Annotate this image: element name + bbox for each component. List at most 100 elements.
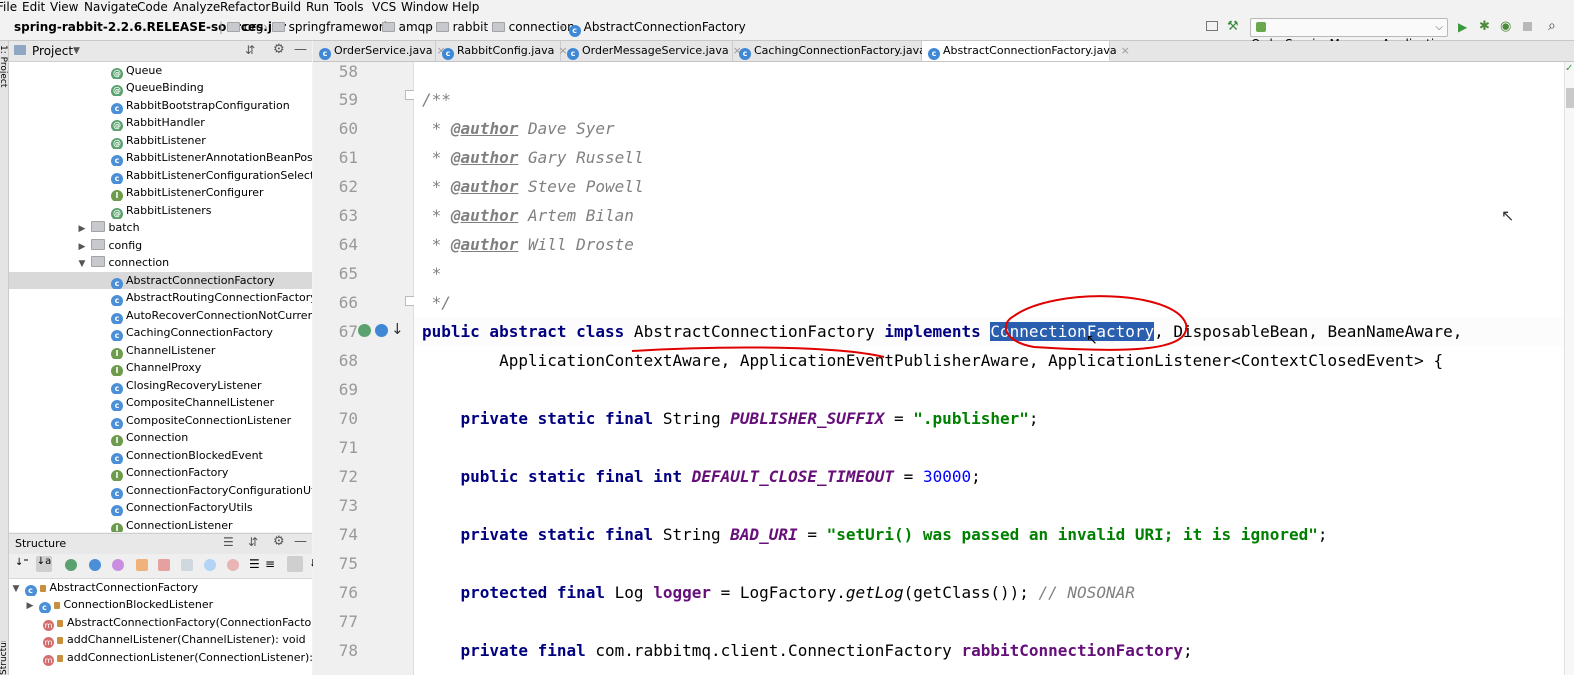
tree-item[interactable]: @ Queue [9, 62, 312, 79]
autoscroll-to-source-icon[interactable] [287, 556, 303, 572]
sort-visibility-icon[interactable]: ↓⁼ [15, 557, 29, 569]
tree-item[interactable]: c RabbitBootstrapConfiguration [9, 97, 312, 114]
chevron-down-icon[interactable]: ▼ [11, 581, 21, 596]
gear-icon[interactable]: ⚙ [273, 42, 285, 57]
coverage-icon[interactable]: ◉ [1500, 19, 1511, 34]
structure-item-class[interactable]: ▼ c AbstractConnectionFactory [9, 579, 312, 596]
structure-item[interactable]: m addChannelListener(ChannelListener): vo… [9, 631, 312, 648]
chevron-down-icon[interactable]: ▼ [73, 46, 80, 56]
menu-refactor[interactable]: Refactor [220, 0, 270, 15]
show-fields-icon[interactable] [89, 559, 101, 571]
tree-item[interactable]: @ QueueBinding [9, 79, 312, 96]
menu-edit[interactable]: Edit [22, 0, 45, 15]
tree-item[interactable]: c RabbitListenerConfigurationSelector [9, 167, 312, 184]
menu-run[interactable]: Run [306, 0, 329, 15]
implements-gutter-icon[interactable] [358, 324, 371, 337]
breadcrumb-amqp[interactable]: › amqp [373, 20, 433, 35]
code-editor[interactable]: /** * @author Dave Syer * @author Gary R… [414, 62, 1564, 675]
minimize-icon[interactable]: — [294, 534, 307, 549]
tree-item[interactable]: I RabbitListenerConfigurer [9, 184, 312, 201]
chevron-down-icon[interactable]: ▼ [77, 256, 87, 271]
search-icon[interactable]: ⌕ [1548, 18, 1556, 34]
class-icon: c [111, 505, 123, 516]
menu-tools[interactable]: Tools [334, 0, 364, 15]
expand-all-icon[interactable]: ☰ [223, 535, 234, 549]
chevron-right-icon[interactable]: ▶ [77, 239, 87, 254]
run-icon[interactable]: ▶ [1458, 20, 1467, 34]
tree-item[interactable]: c ClosingRecoveryListener [9, 377, 312, 394]
layout-icon[interactable] [1206, 21, 1218, 31]
breadcrumb-springframework[interactable]: › springframework [263, 20, 391, 35]
tree-item[interactable]: I ConnectionFactory [9, 464, 312, 481]
menu-analyze[interactable]: Analyze [173, 0, 220, 15]
anonymous-classes-icon[interactable] [204, 559, 216, 571]
expand-icon[interactable]: ☰ [249, 557, 261, 571]
tree-item[interactable]: c AbstractRoutingConnectionFactory [9, 289, 312, 306]
build-hammer-icon[interactable]: ⚒ [1227, 19, 1239, 34]
tree-item[interactable]: c CompositeChannelListener [9, 394, 312, 411]
show-inherited-icon[interactable] [65, 559, 77, 571]
structure-item[interactable]: m addConnectionListener(ConnectionListene… [9, 649, 312, 666]
structure-item[interactable]: ▶ c ConnectionBlockedListener [9, 596, 312, 613]
menu-vcs[interactable]: VCS [372, 0, 396, 15]
tree-item[interactable]: c CachingConnectionFactory [9, 324, 312, 341]
stop-icon[interactable] [1523, 22, 1532, 31]
tree-item[interactable]: cRabbitListenerAnnotationBeanPostProc [9, 149, 312, 166]
line-number: 76 [338, 583, 358, 602]
tree-item[interactable]: I ChannelListener [9, 342, 312, 359]
show-lambdas-icon[interactable] [158, 559, 170, 571]
tab-ordermessageservice[interactable]: c OrderMessageService.java × [561, 41, 742, 61]
collapse-icon[interactable]: ≡ [265, 557, 277, 571]
run-configuration-select[interactable]: OrderServiceManagerApplication ⌵ [1250, 18, 1449, 51]
overridden-arrow-icon[interactable]: ↓ [391, 320, 404, 338]
menu-build[interactable]: Build [271, 0, 301, 15]
tree-item[interactable]: I Connection [9, 429, 312, 446]
tab-cachingconnectionfactory[interactable]: cCachingConnectionFactory.java× [733, 41, 939, 61]
project-title[interactable]: Project [32, 44, 73, 58]
tree-item[interactable]: c ConnectionFactoryConfigurationUtils [9, 482, 312, 499]
menu-code[interactable]: Code [137, 0, 168, 15]
tree-item[interactable]: c ConnectionFactoryUtils [9, 499, 312, 516]
debug-icon[interactable]: ✱ [1479, 19, 1490, 34]
tree-item[interactable]: c ConnectionBlockedEvent [9, 447, 312, 464]
tree-item[interactable]: @ RabbitListeners [9, 202, 312, 219]
menu-view[interactable]: View [50, 0, 78, 15]
menu-navigate[interactable]: Navigate [84, 0, 138, 15]
chevron-right-icon[interactable]: ▶ [77, 221, 87, 236]
spring-bean-gutter-icon[interactable] [375, 324, 388, 337]
tab-rabbitconfig[interactable]: c RabbitConfig.java × [436, 41, 568, 61]
breadcrumb-rabbit[interactable]: › rabbit [427, 20, 488, 35]
menu-help[interactable]: Help [452, 0, 479, 15]
minimize-icon[interactable]: — [294, 42, 307, 57]
collapse-all-icon[interactable]: ⇵ [248, 535, 258, 549]
show-properties-icon[interactable] [112, 559, 124, 571]
tree-folder[interactable]: ▼ connection [9, 254, 312, 271]
tab-abstractconnectionfactory[interactable]: c AbstractConnectionFactory.java × [922, 41, 1130, 61]
tree-item[interactable]: cAutoRecoverConnectionNotCurrentlyO [9, 307, 312, 324]
tree-item[interactable]: c CompositeConnectionListener [9, 412, 312, 429]
tree-item[interactable]: I ChannelProxy [9, 359, 312, 376]
sort-alpha-icon[interactable]: ↓a [36, 556, 52, 572]
tree-folder[interactable]: ▶ config [9, 237, 312, 254]
menu-window[interactable]: Window [401, 0, 448, 15]
close-icon[interactable]: × [1121, 44, 1130, 57]
breadcrumb-org[interactable]: | org [219, 20, 264, 35]
tree-item[interactable]: @ RabbitHandler [9, 114, 312, 131]
scroll-thumb[interactable] [1566, 88, 1574, 108]
tree-item-selected[interactable]: c AbstractConnectionFactory [9, 272, 312, 289]
show-non-public-icon[interactable] [136, 559, 148, 571]
tree-item[interactable]: I ConnectionListener [9, 517, 312, 532]
gear-icon[interactable]: ⚙ [273, 534, 285, 549]
project-tool-button[interactable]: 1: Project [0, 45, 8, 93]
menu-file[interactable]: File [0, 0, 17, 15]
tree-item[interactable]: @ RabbitListener [9, 132, 312, 149]
tree-folder[interactable]: ▶ batch [9, 219, 312, 236]
show-anonymous-icon[interactable] [227, 559, 239, 571]
breadcrumb-class[interactable]: › c AbstractConnectionFactory [560, 20, 746, 37]
chevron-right-icon[interactable]: ▶ [25, 598, 35, 613]
collapse-all-icon[interactable]: ⇵ [245, 43, 255, 57]
filter-icon[interactable] [181, 559, 193, 571]
structure-item[interactable]: m AbstractConnectionFactory(ConnectionFac… [9, 614, 312, 631]
tab-orderservice[interactable]: c OrderService.java × [313, 41, 446, 61]
structure-tool-button[interactable]: Structure [0, 641, 8, 675]
